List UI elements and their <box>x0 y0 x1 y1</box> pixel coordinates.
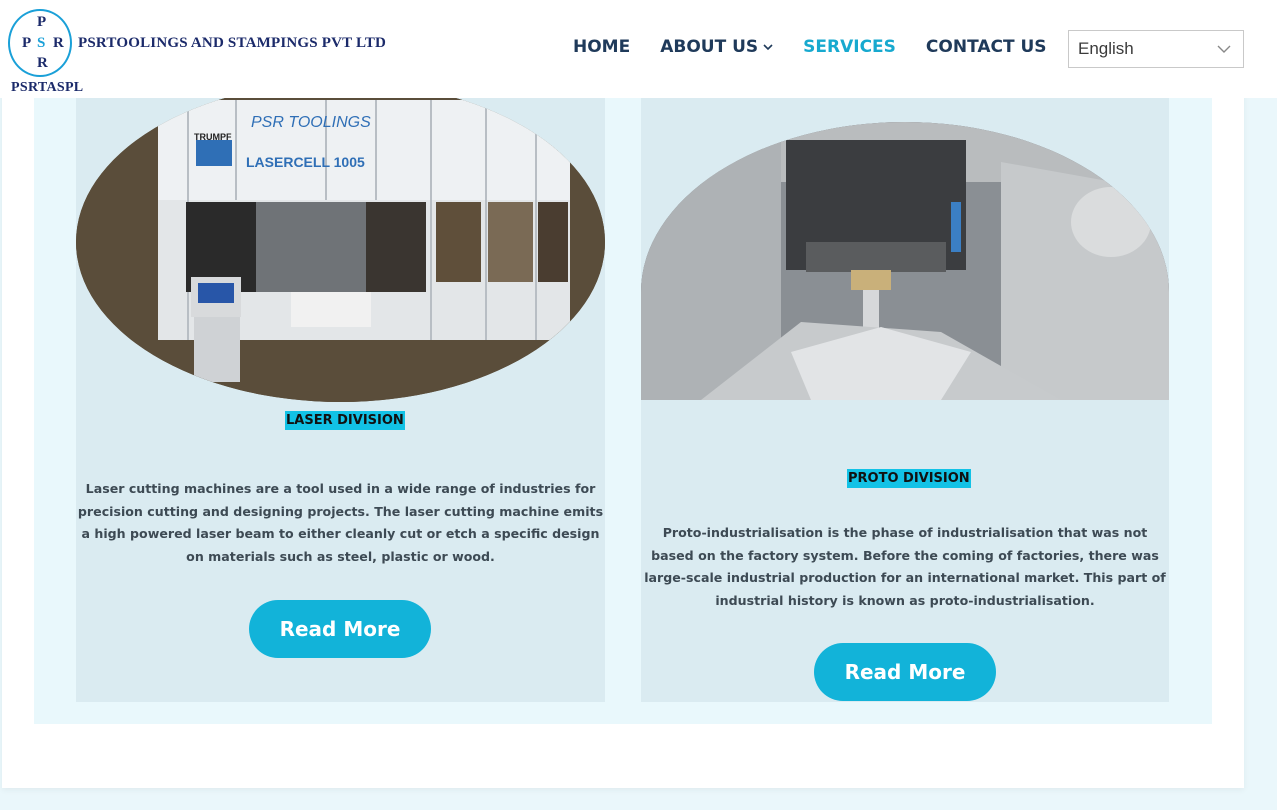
language-select[interactable]: English <box>1068 30 1244 68</box>
nav-services[interactable]: SERVICES <box>803 37 896 57</box>
logo-letter: P <box>37 14 47 30</box>
nav-about-label: ABOUT US <box>660 37 759 57</box>
image-label-company: PSR TOOLINGS <box>251 114 371 131</box>
image-label-machine: LASERCELL 1005 <box>246 154 365 170</box>
proto-read-more-button[interactable]: Read More <box>814 643 996 701</box>
nav-home-label: HOME <box>573 37 631 57</box>
main-nav: HOME ABOUT US SERVICES CONTACT US <box>573 37 1077 57</box>
proto-description: Proto-industrialisation is the phase of … <box>644 525 1166 608</box>
logo[interactable]: P P S R R <box>8 9 72 77</box>
nav-about-us[interactable]: ABOUT US <box>660 37 773 57</box>
chevron-down-icon <box>763 44 773 51</box>
brand-name[interactable]: PSRTOOLINGS AND STAMPINGS PVT LTD <box>78 35 386 52</box>
logo-letter: R <box>37 55 48 71</box>
laser-read-more-button[interactable]: Read More <box>249 600 431 658</box>
language-selected-value: English <box>1078 39 1134 58</box>
nav-home[interactable]: HOME <box>573 37 630 57</box>
brand-short-name: PSRTASPL <box>11 80 84 95</box>
laser-division-title: LASER DIVISION <box>285 411 405 430</box>
laser-machine-image: TRUMPF PSR TOOLINGS LASERCELL 1005 <box>76 82 605 402</box>
select-chevron-icon <box>1217 45 1231 53</box>
logo-letter: P <box>22 35 32 51</box>
site-header: P P S R R PSRTOOLINGS AND STAMPINGS PVT … <box>0 0 1277 98</box>
proto-division-title: PROTO DIVISION <box>847 469 971 488</box>
nav-services-label: SERVICES <box>803 37 896 57</box>
nav-contact-us[interactable]: CONTACT US <box>926 37 1047 57</box>
laser-description: Laser cutting machines are a tool used i… <box>77 481 604 564</box>
trumpf-label: TRUMPF <box>194 132 232 142</box>
logo-letter: R <box>53 35 64 51</box>
logo-letter: S <box>37 35 46 51</box>
nav-contact-label: CONTACT US <box>925 37 1047 57</box>
